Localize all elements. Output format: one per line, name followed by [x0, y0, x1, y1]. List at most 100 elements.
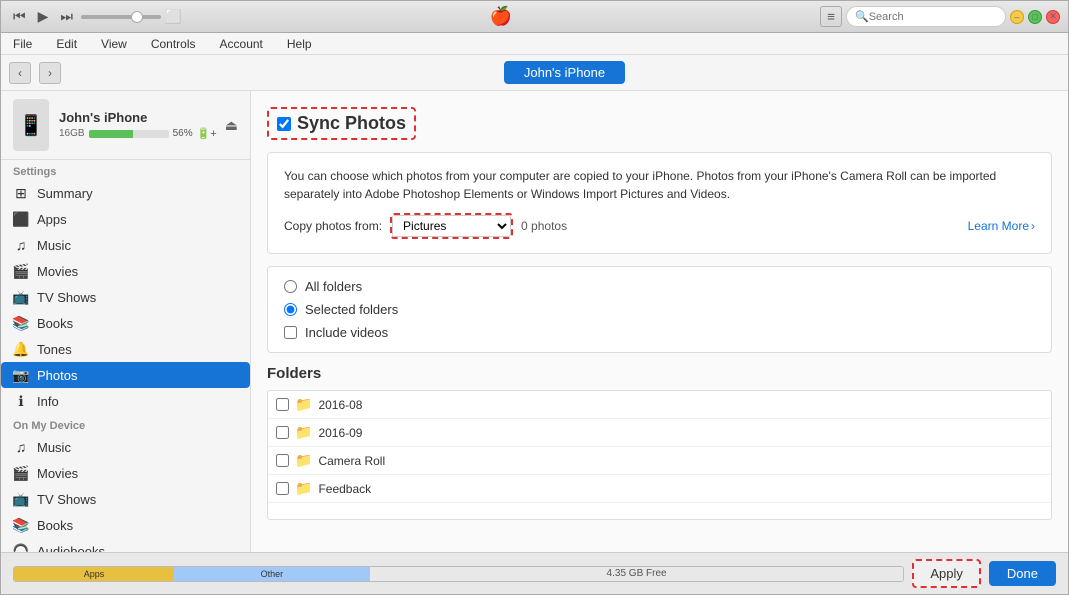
fast-forward-button[interactable]: ⏭ — [56, 6, 77, 27]
folder-checkbox-1[interactable] — [276, 426, 289, 439]
audiobooks-icon: 🎧 — [13, 543, 29, 552]
selected-folders-row: Selected folders — [284, 302, 1035, 317]
info-box: You can choose which photos from your co… — [267, 152, 1052, 254]
apply-button[interactable]: Apply — [912, 559, 981, 588]
sidebar-label-movies-device: Movies — [37, 466, 78, 481]
device-details: John's iPhone 16GB 56% 🔋+ — [59, 110, 217, 140]
sidebar-item-tvshows-device[interactable]: 📺 TV Shows — [1, 486, 250, 512]
copy-from-label: Copy photos from: — [284, 219, 382, 233]
airplay-button[interactable]: ⬜ — [165, 9, 182, 25]
search-input[interactable] — [869, 11, 989, 23]
include-videos-label: Include videos — [305, 325, 388, 340]
summary-icon: ⊞ — [13, 185, 29, 201]
books-device-icon: 📚 — [13, 517, 29, 533]
sidebar-item-music-device[interactable]: ♫ Music — [1, 434, 250, 460]
search-icon: 🔍 — [855, 10, 869, 23]
copy-from-dropdown[interactable]: Pictures iPhoto Choose folder... — [392, 215, 511, 237]
play-button[interactable]: ▶ — [34, 6, 53, 27]
sync-header: Sync Photos — [267, 107, 1052, 140]
music-device-icon: ♫ — [13, 439, 29, 455]
sidebar-item-music[interactable]: ♫ Music — [1, 232, 250, 258]
sidebar-item-tones[interactable]: 🔔 Tones — [1, 336, 250, 362]
done-button[interactable]: Done — [989, 561, 1056, 586]
sidebar-label-movies: Movies — [37, 264, 78, 279]
sidebar-item-books[interactable]: 📚 Books — [1, 310, 250, 336]
sync-photos-title: Sync Photos — [297, 113, 406, 134]
folder-name-1: 2016-09 — [318, 426, 362, 440]
sidebar-label-audiobooks: Audiobooks — [37, 544, 105, 553]
table-row[interactable]: 📁 Feedback — [268, 475, 1051, 503]
table-row[interactable]: 📁 2016-09 — [268, 419, 1051, 447]
back-button[interactable]: ‹ — [9, 62, 31, 84]
folder-name-2: Camera Roll — [318, 454, 385, 468]
sidebar-item-books-device[interactable]: 📚 Books — [1, 512, 250, 538]
table-row[interactable]: 📁 Camera Roll — [268, 447, 1051, 475]
folder-icon: 📁 — [295, 480, 312, 497]
learn-more-chevron: › — [1031, 219, 1035, 233]
music-icon: ♫ — [13, 237, 29, 253]
device-name-button[interactable]: John's iPhone — [504, 61, 625, 84]
sidebar-label-books: Books — [37, 316, 73, 331]
transport-controls: ⏮ ▶ ⏭ ⬜ — [9, 6, 182, 27]
learn-more-link[interactable]: Learn More › — [968, 219, 1035, 233]
storage-bar-wrap: 16GB 56% 🔋+ — [59, 127, 217, 140]
sidebar-label-summary: Summary — [37, 186, 93, 201]
table-row[interactable]: 📁 2016-08 — [268, 391, 1051, 419]
volume-thumb[interactable] — [131, 11, 143, 23]
include-videos-checkbox[interactable] — [284, 326, 297, 339]
sidebar-item-audiobooks[interactable]: 🎧 Audiobooks — [1, 538, 250, 552]
sidebar-label-apps: Apps — [37, 212, 67, 227]
folder-checkbox-0[interactable] — [276, 398, 289, 411]
other-segment: Other — [174, 567, 370, 581]
menu-view[interactable]: View — [97, 35, 131, 53]
folder-icon: 📁 — [295, 452, 312, 469]
device-info: 📱 John's iPhone 16GB 56% 🔋+ ⏏ — [1, 91, 250, 160]
maximize-button[interactable]: □ — [1028, 10, 1042, 24]
menu-edit[interactable]: Edit — [52, 35, 81, 53]
menubar: File Edit View Controls Account Help — [1, 33, 1068, 55]
folder-icon: 📁 — [295, 396, 312, 413]
other-label: Other — [261, 569, 284, 579]
forward-button[interactable]: › — [39, 62, 61, 84]
movies-device-icon: 🎬 — [13, 465, 29, 481]
folder-checkbox-3[interactable] — [276, 482, 289, 495]
storage-percent: 56% — [173, 128, 193, 139]
sidebar-item-movies-device[interactable]: 🎬 Movies — [1, 460, 250, 486]
all-folders-row: All folders — [284, 279, 1035, 294]
menu-file[interactable]: File — [9, 35, 36, 53]
copy-from-dropdown-wrap: Pictures iPhoto Choose folder... — [390, 213, 513, 239]
sidebar-label-music-device: Music — [37, 440, 71, 455]
rewind-button[interactable]: ⏮ — [9, 6, 30, 27]
apps-segment: Apps — [14, 567, 174, 581]
menu-help[interactable]: Help — [283, 35, 316, 53]
sidebar-item-summary[interactable]: ⊞ Summary — [1, 180, 250, 206]
folders-list[interactable]: 📁 2016-08 📁 2016-09 📁 Camera Roll — [267, 390, 1052, 520]
sidebar-item-movies[interactable]: 🎬 Movies — [1, 258, 250, 284]
close-button[interactable]: ✕ — [1046, 10, 1060, 24]
sidebar-label-music: Music — [37, 238, 71, 253]
on-my-device-section-label: On My Device — [1, 414, 250, 434]
volume-slider[interactable] — [81, 15, 161, 19]
list-view-button[interactable]: ≡ — [820, 6, 842, 27]
free-segment: 4.35 GB Free — [370, 567, 904, 581]
books-icon: 📚 — [13, 315, 29, 331]
sync-photos-checkbox[interactable] — [277, 117, 291, 131]
sidebar-item-info[interactable]: ℹ Info — [1, 388, 250, 414]
sidebar-label-books-device: Books — [37, 518, 73, 533]
menu-account[interactable]: Account — [216, 35, 267, 53]
sidebar-item-photos[interactable]: 📷 Photos — [1, 362, 250, 388]
folder-name-3: Feedback — [318, 482, 371, 496]
bottombar: Apps Other 4.35 GB Free Apply Done — [1, 552, 1068, 594]
eject-button[interactable]: ⏏ — [225, 117, 238, 134]
sidebar-item-tv-shows[interactable]: 📺 TV Shows — [1, 284, 250, 310]
apps-icon: ⬛ — [13, 211, 29, 227]
sidebar-item-apps[interactable]: ⬛ Apps — [1, 206, 250, 232]
minimize-button[interactable]: – — [1010, 10, 1024, 24]
free-label: 4.35 GB Free — [607, 568, 667, 579]
menu-controls[interactable]: Controls — [147, 35, 200, 53]
sidebar-label-tvshows-device: TV Shows — [37, 492, 96, 507]
selected-folders-radio[interactable] — [284, 303, 297, 316]
folder-checkbox-2[interactable] — [276, 454, 289, 467]
all-folders-radio[interactable] — [284, 280, 297, 293]
device-name-label: John's iPhone — [59, 110, 217, 125]
